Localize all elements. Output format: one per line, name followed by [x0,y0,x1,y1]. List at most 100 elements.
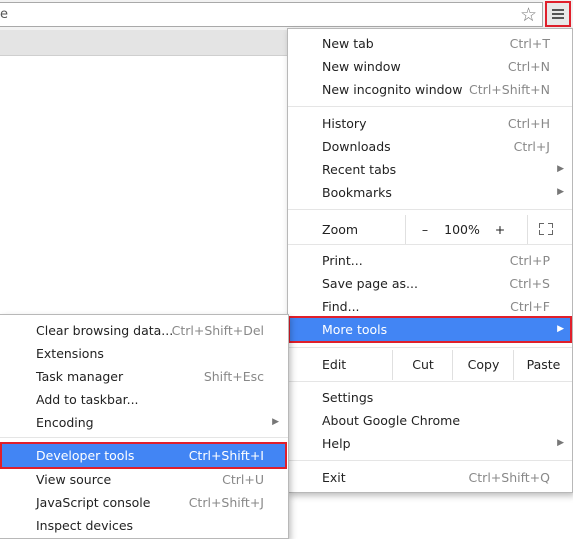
menu-item-label: New incognito window [322,82,463,97]
submenu-item-developer-tools[interactable]: Developer tools Ctrl+Shift+I [0,442,287,469]
menu-item-print[interactable]: Print... Ctrl+P [288,249,572,272]
menu-item-bookmarks[interactable]: Bookmarks ▶ [288,181,572,204]
hamburger-bar [552,17,564,19]
menu-item-shortcut: Ctrl+Shift+Del [171,323,264,338]
menu-item-shortcut: Ctrl+H [507,116,550,131]
menu-item-label: Exit [322,470,346,485]
chrome-menu-button[interactable] [545,1,571,27]
menu-item-label: About Google Chrome [322,413,461,428]
menu-item-shortcut: Ctrl+T [509,36,550,51]
menu-item-label: View source [36,472,112,487]
menu-item-label: History [322,116,367,131]
menu-item-label: Extensions [36,346,104,361]
chevron-right-icon: ▶ [557,438,564,448]
menu-item-new-window[interactable]: New window Ctrl+N [288,55,572,78]
chevron-right-icon: ▶ [557,324,564,334]
menu-item-shortcut: Shift+Esc [203,369,264,384]
menu-item-new-tab[interactable]: New tab Ctrl+T [288,32,572,55]
menu-item-downloads[interactable]: Downloads Ctrl+J [288,135,572,158]
edit-label: Edit [322,357,347,372]
fullscreen-icon [539,223,553,235]
menu-item-about-google-chrome[interactable]: About Google Chrome [288,409,572,432]
menu-item-shortcut: Ctrl+Shift+J [188,495,264,510]
cut-button[interactable]: Cut [392,350,453,380]
menu-item-save-page-as[interactable]: Save page as... Ctrl+S [288,272,572,295]
menu-separator [288,381,572,382]
chrome-main-menu: New tab Ctrl+T New window Ctrl+N New inc… [287,28,573,493]
submenu-item-extensions[interactable]: Extensions [0,342,287,365]
menu-item-label: Settings [322,390,374,405]
chevron-right-icon: ▶ [557,164,564,174]
zoom-level: 100% [444,222,480,237]
more-tools-submenu: Clear browsing data... Ctrl+Shift+Del Ex… [0,314,289,539]
menu-item-shortcut: Ctrl+F [510,299,550,314]
menu-item-label: Clear browsing data... [36,323,174,338]
menu-item-shortcut: Ctrl+S [509,276,550,291]
menu-item-label: Developer tools [36,448,135,463]
submenu-item-javascript-console[interactable]: JavaScript console Ctrl+Shift+J [0,491,287,514]
submenu-item-view-source[interactable]: View source Ctrl+U [0,468,287,491]
submenu-item-encoding[interactable]: Encoding ▶ [0,411,287,434]
menu-item-shortcut: Ctrl+U [222,472,264,487]
menu-item-label: New window [322,59,401,74]
fullscreen-button[interactable] [527,215,573,244]
menu-item-label: More tools [322,322,388,337]
menu-item-label: Print... [322,253,363,268]
paste-button[interactable]: Paste [513,350,573,380]
menu-item-label: Inspect devices [36,518,134,533]
chevron-right-icon: ▶ [272,417,279,427]
submenu-item-clear-browsing-data[interactable]: Clear browsing data... Ctrl+Shift+Del [0,319,287,342]
menu-separator [288,244,572,245]
menu-item-label: Bookmarks [322,185,392,200]
menu-separator [288,460,572,461]
menu-item-new-incognito-window[interactable]: New incognito window Ctrl+Shift+N [288,78,572,101]
submenu-item-task-manager[interactable]: Task manager Shift+Esc [0,365,287,388]
menu-item-label: Help [322,436,351,451]
menu-item-shortcut: Ctrl+Shift+I [188,448,264,463]
star-icon[interactable]: ☆ [520,4,537,26]
copy-button[interactable]: Copy [452,350,514,380]
menu-item-label: Task manager [36,369,124,384]
chevron-right-icon: ▶ [557,187,564,197]
menu-item-find[interactable]: Find... Ctrl+F [288,295,572,318]
edit-row: Edit Cut Copy Paste [288,350,572,380]
menu-item-settings[interactable]: Settings [288,386,572,409]
menu-item-label: New tab [322,36,374,51]
menu-item-exit[interactable]: Exit Ctrl+Shift+Q [288,466,572,489]
menu-item-shortcut: Ctrl+Shift+Q [468,470,550,485]
hamburger-menu-icon [552,9,564,11]
menu-item-label: Recent tabs [322,162,397,177]
fullscreen-corner [548,223,553,228]
menu-item-recent-tabs[interactable]: Recent tabs ▶ [288,158,572,181]
address-text: e [0,7,8,22]
zoom-label: Zoom [322,222,359,237]
fullscreen-corner [539,223,544,228]
fullscreen-corner [539,230,544,235]
menu-item-shortcut: Ctrl+Shift+N [469,82,550,97]
menu-item-shortcut: Ctrl+N [507,59,550,74]
menu-item-more-tools[interactable]: More tools ▶ [288,316,572,343]
zoom-in-button[interactable]: + [481,215,519,244]
menu-separator [288,209,572,210]
browser-toolbar: e ☆ [0,0,573,30]
menu-item-help[interactable]: Help ▶ [288,432,572,455]
menu-item-history[interactable]: History Ctrl+H [288,112,572,135]
menu-item-label: Downloads [322,139,391,154]
hamburger-bar [552,13,564,15]
menu-separator [288,347,572,348]
menu-separator [0,437,288,438]
menu-separator [288,106,572,107]
zoom-row: Zoom – 100% + [288,215,572,244]
zoom-out-button[interactable]: – [405,215,444,244]
submenu-item-inspect-devices[interactable]: Inspect devices [0,514,287,537]
fullscreen-corner [548,230,553,235]
menu-item-label: JavaScript console [36,495,151,510]
menu-item-label: Encoding [36,415,94,430]
menu-item-label: Add to taskbar... [36,392,139,407]
menu-item-label: Find... [322,299,360,314]
submenu-item-add-to-taskbar[interactable]: Add to taskbar... [0,388,287,411]
menu-item-shortcut: Ctrl+P [509,253,550,268]
menu-item-shortcut: Ctrl+J [513,139,550,154]
menu-item-label: Save page as... [322,276,418,291]
address-bar[interactable]: e ☆ [0,2,543,27]
